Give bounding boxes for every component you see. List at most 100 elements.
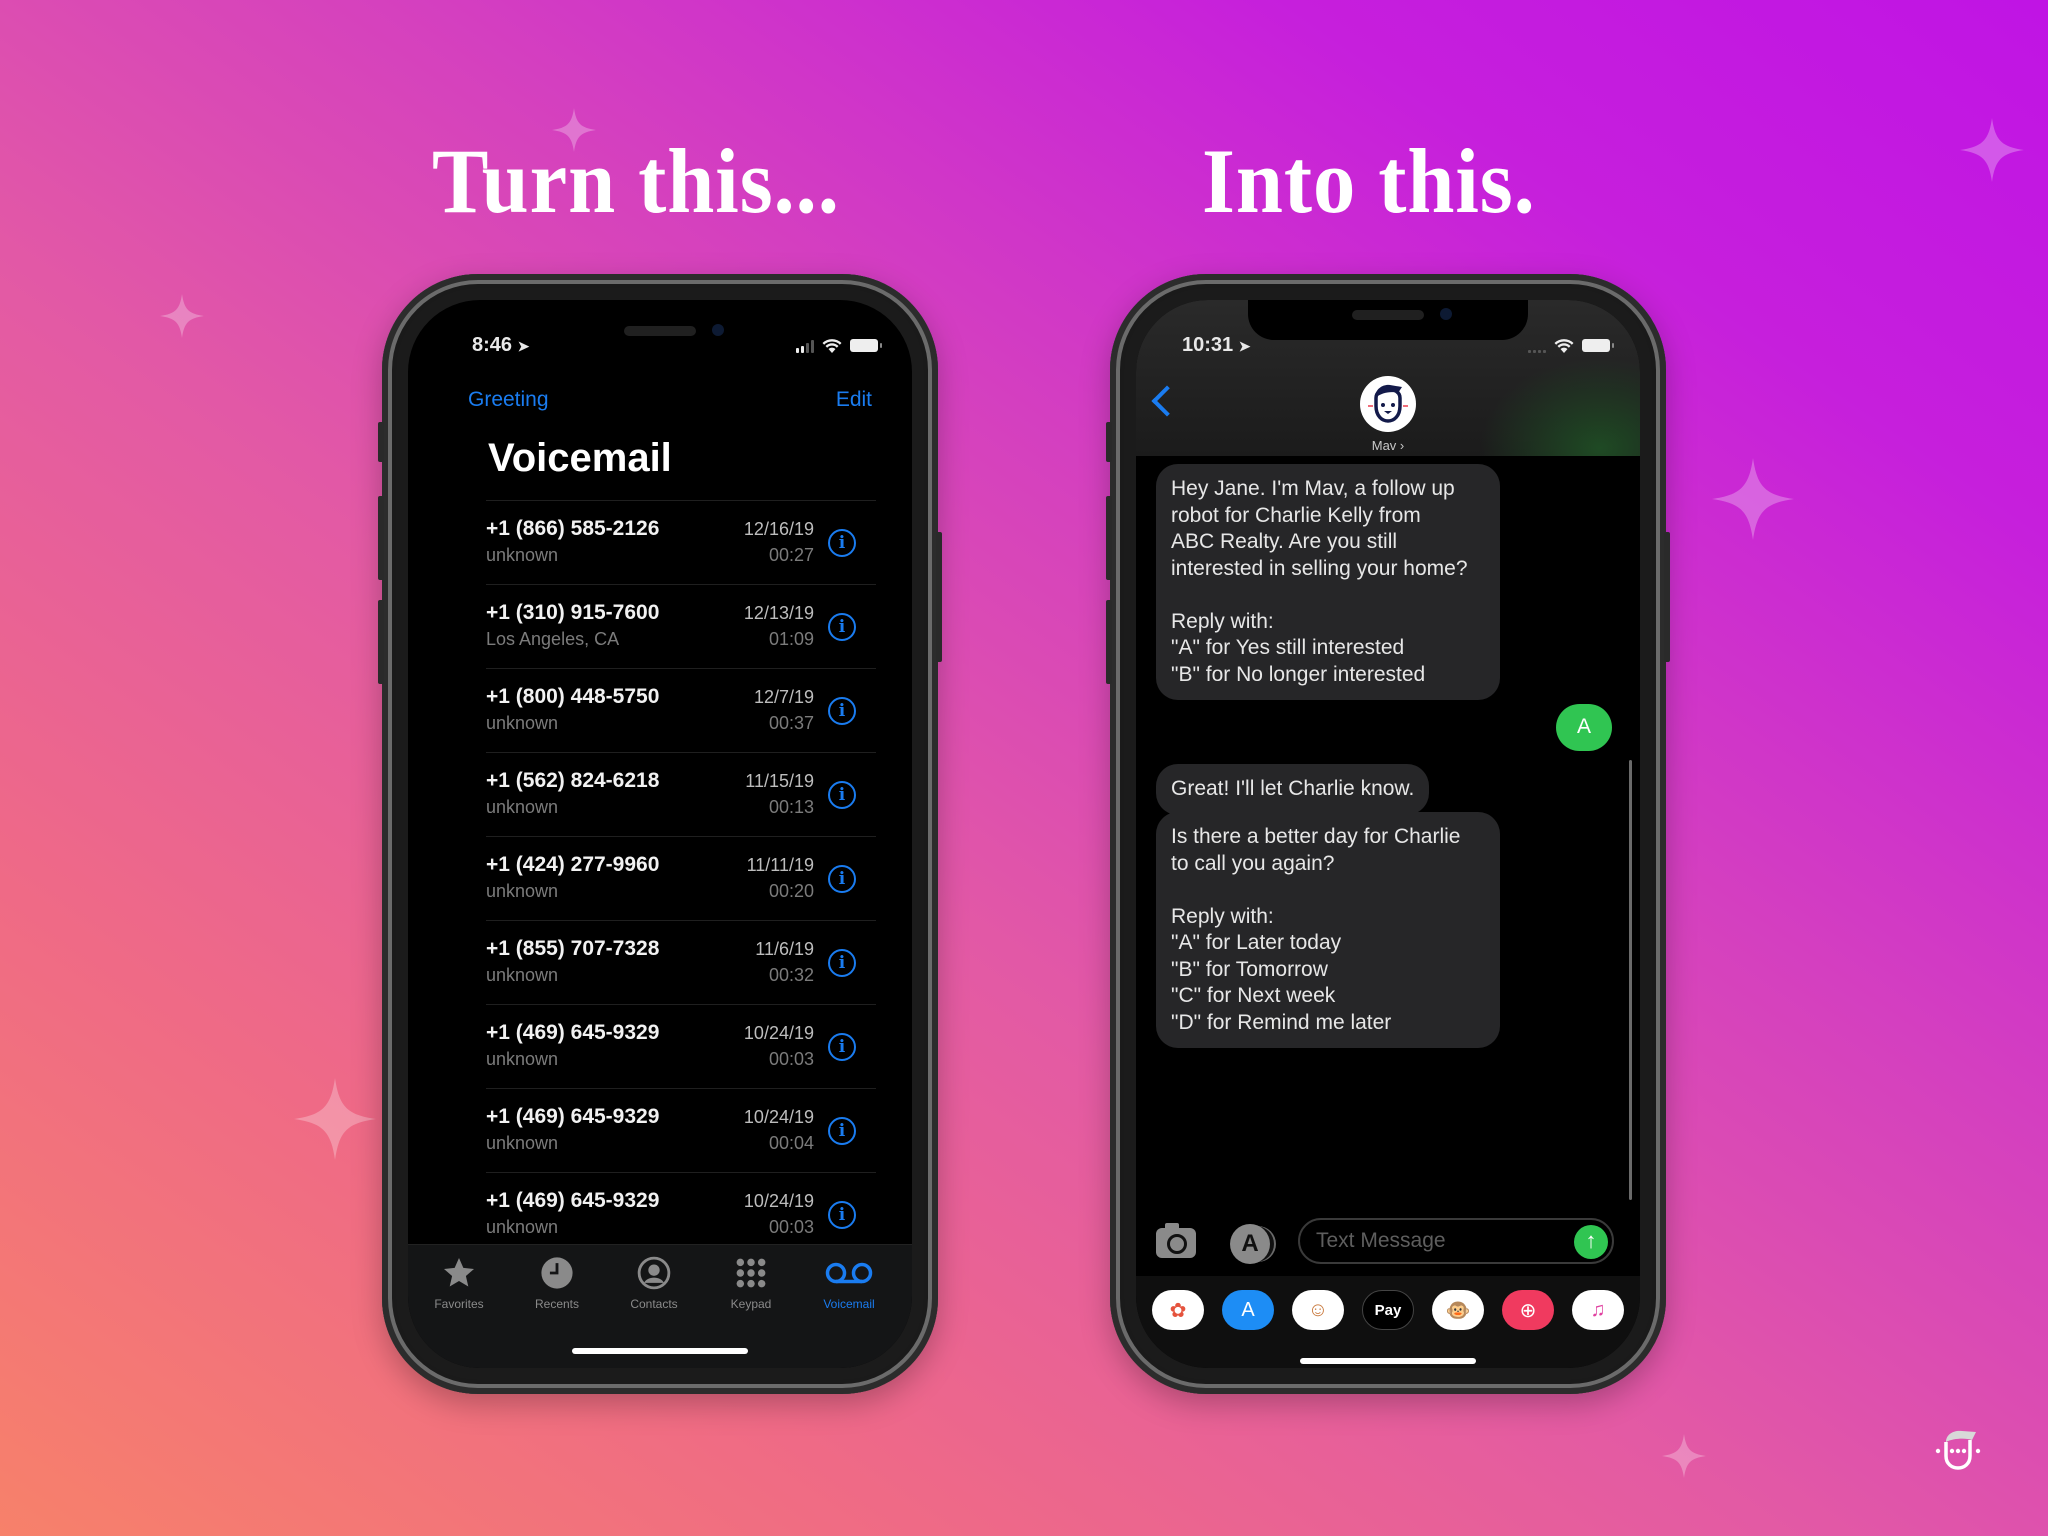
location-arrow-icon: ➤ — [1238, 338, 1251, 354]
caller-number: +1 (469) 645-9329 — [486, 1189, 660, 1212]
phone-voicemail: 8:46 ➤ Greeting Edit Voicemail +1 (866) … — [378, 274, 942, 1394]
back-chevron-icon[interactable] — [1151, 385, 1183, 417]
voicemail-duration: 00:03 — [768, 1049, 814, 1069]
caller-number: +1 (800) 448-5750 — [486, 685, 660, 708]
phone-side-button — [1106, 422, 1112, 462]
photos-app-icon[interactable]: ✿ — [1152, 1290, 1204, 1330]
messages-screen: Mav › 10:31 ➤ Hey Jane. I'm Mav, a follo… — [1136, 300, 1640, 1368]
phone-side-button — [378, 422, 384, 462]
front-camera — [1440, 308, 1452, 320]
caller-location: unknown — [486, 1049, 559, 1069]
voicemail-icon — [825, 1262, 873, 1284]
voicemail-date: 10/24/19 — [743, 1023, 814, 1043]
info-icon[interactable]: i — [828, 1117, 856, 1145]
message-input-container: ↑ — [1298, 1218, 1614, 1264]
speaker-grille — [624, 326, 696, 336]
caller-location: unknown — [486, 797, 559, 817]
sparkle-decoration — [1712, 458, 1794, 540]
voicemail-date: 11/11/19 — [746, 855, 814, 875]
info-icon[interactable]: i — [828, 529, 856, 557]
info-icon[interactable]: i — [828, 949, 856, 977]
voicemail-row[interactable]: +1 (310) 915-7600 Los Angeles, CA 12/13/19… — [486, 584, 876, 668]
phone-side-button — [1106, 496, 1112, 580]
info-icon[interactable]: i — [828, 865, 856, 893]
voicemail-row[interactable]: +1 (562) 824-6218 unknown 11/15/19 00:13 i — [486, 752, 876, 836]
keypad-icon — [736, 1258, 766, 1288]
caller-number: +1 (866) 585-2126 — [486, 517, 660, 540]
battery-icon — [850, 339, 882, 352]
voicemail-list: +1 (866) 585-2126 unknown 12/16/19 00:27 i +1… — [486, 500, 876, 1256]
scrollbar[interactable] — [1629, 760, 1632, 1200]
wifi-icon — [822, 339, 842, 353]
voicemail-row[interactable]: +1 (469) 645-9329 unknown 10/24/19 00:04 i — [486, 1088, 876, 1172]
tab-recents[interactable]: Recents — [512, 1251, 602, 1311]
phone-side-button — [1664, 532, 1670, 662]
voicemail-duration: 00:27 — [768, 545, 814, 565]
contact-name[interactable]: Mav › — [1136, 438, 1640, 453]
caller-location: unknown — [486, 965, 559, 985]
caller-number: +1 (562) 824-6218 — [486, 769, 660, 792]
headline-left: Turn this... — [432, 130, 840, 232]
message-bubble-received: Is there a better day for Charlie to cal… — [1156, 812, 1500, 1048]
voicemail-date: 11/6/19 — [755, 939, 814, 959]
info-icon[interactable]: i — [828, 613, 856, 641]
edit-button[interactable]: Edit — [836, 388, 872, 412]
caller-location: Los Angeles, CA — [486, 629, 620, 649]
voicemail-row[interactable]: +1 (469) 645-9329 unknown 10/24/19 00:03 i — [486, 1004, 876, 1088]
sparkle-decoration — [1960, 118, 2024, 182]
signal-icon — [1528, 339, 1546, 353]
camera-icon[interactable] — [1156, 1223, 1196, 1258]
sparkle-decoration — [1662, 1434, 1706, 1478]
phone-messages: Mav › 10:31 ➤ Hey Jane. I'm Mav, a follo… — [1106, 274, 1670, 1394]
info-icon[interactable]: i — [828, 781, 856, 809]
caller-location: unknown — [486, 1133, 559, 1153]
voicemail-date: 11/15/19 — [745, 771, 814, 791]
phone-side-button — [378, 600, 384, 684]
animoji-monkey-icon[interactable]: 🐵 — [1432, 1290, 1484, 1330]
voicemail-screen: 8:46 ➤ Greeting Edit Voicemail +1 (866) … — [408, 300, 912, 1368]
robot-face-icon — [1368, 384, 1408, 423]
send-button[interactable]: ↑ — [1574, 1225, 1608, 1259]
voicemail-row[interactable]: +1 (800) 448-5750 unknown 12/7/19 00:37 i — [486, 668, 876, 752]
contact-avatar[interactable] — [1360, 376, 1416, 432]
info-icon[interactable]: i — [828, 697, 856, 725]
tab-contacts[interactable]: Contacts — [609, 1251, 699, 1311]
voicemail-duration: 00:04 — [768, 1133, 814, 1153]
person-circle-icon — [637, 1256, 671, 1290]
status-icons — [1528, 338, 1614, 353]
voicemail-duration: 01:09 — [768, 629, 814, 649]
apple-pay-icon[interactable]: Pay — [1362, 1290, 1414, 1330]
sparkle-decoration — [294, 1078, 376, 1160]
voicemail-row[interactable]: +1 (855) 707-7328 unknown 11/6/19 00:32 i — [486, 920, 876, 1004]
info-icon[interactable]: i — [828, 1201, 856, 1229]
notch — [1248, 300, 1528, 340]
app-store-icon[interactable]: A — [1222, 1290, 1274, 1330]
tab-keypad[interactable]: Keypad — [706, 1251, 796, 1311]
info-icon[interactable]: i — [828, 1033, 856, 1061]
tab-bar: Favorites Recents Contacts Keypad Voicem… — [408, 1244, 912, 1368]
message-input[interactable] — [1300, 1220, 1612, 1262]
location-arrow-icon: ➤ — [517, 338, 530, 354]
message-bubble-received: Great! I'll let Charlie know. — [1156, 764, 1430, 815]
memoji-icon[interactable]: ☺ — [1292, 1290, 1344, 1330]
search-images-icon[interactable]: ⊕ — [1502, 1290, 1554, 1330]
home-indicator[interactable] — [1300, 1358, 1476, 1364]
headline-right: Into this. — [1202, 130, 1536, 232]
caller-number: +1 (424) 277-9960 — [486, 853, 660, 876]
voicemail-row[interactable]: +1 (424) 277-9960 unknown 11/11/19 00:20 i — [486, 836, 876, 920]
tab-favorites[interactable]: Favorites — [414, 1251, 504, 1311]
imessage-app-drawer: ✿ A ☺ Pay 🐵 ⊕ ♫ — [1136, 1276, 1640, 1368]
tab-voicemail[interactable]: Voicemail — [804, 1251, 894, 1311]
greeting-link[interactable]: Greeting — [468, 388, 549, 412]
phone-side-button — [936, 532, 942, 662]
voicemail-date: 10/24/19 — [743, 1191, 814, 1211]
app-store-button-icon[interactable]: A — [1230, 1224, 1270, 1264]
front-camera — [712, 324, 724, 336]
voicemail-duration: 00:32 — [768, 965, 814, 985]
voicemail-duration: 00:03 — [768, 1217, 814, 1237]
caller-location: unknown — [486, 1217, 559, 1237]
music-app-icon[interactable]: ♫ — [1572, 1290, 1624, 1330]
voicemail-row[interactable]: +1 (866) 585-2126 unknown 12/16/19 00:27 i — [486, 500, 876, 584]
message-composer: A ↑ — [1136, 1218, 1640, 1268]
home-indicator[interactable] — [572, 1348, 748, 1354]
